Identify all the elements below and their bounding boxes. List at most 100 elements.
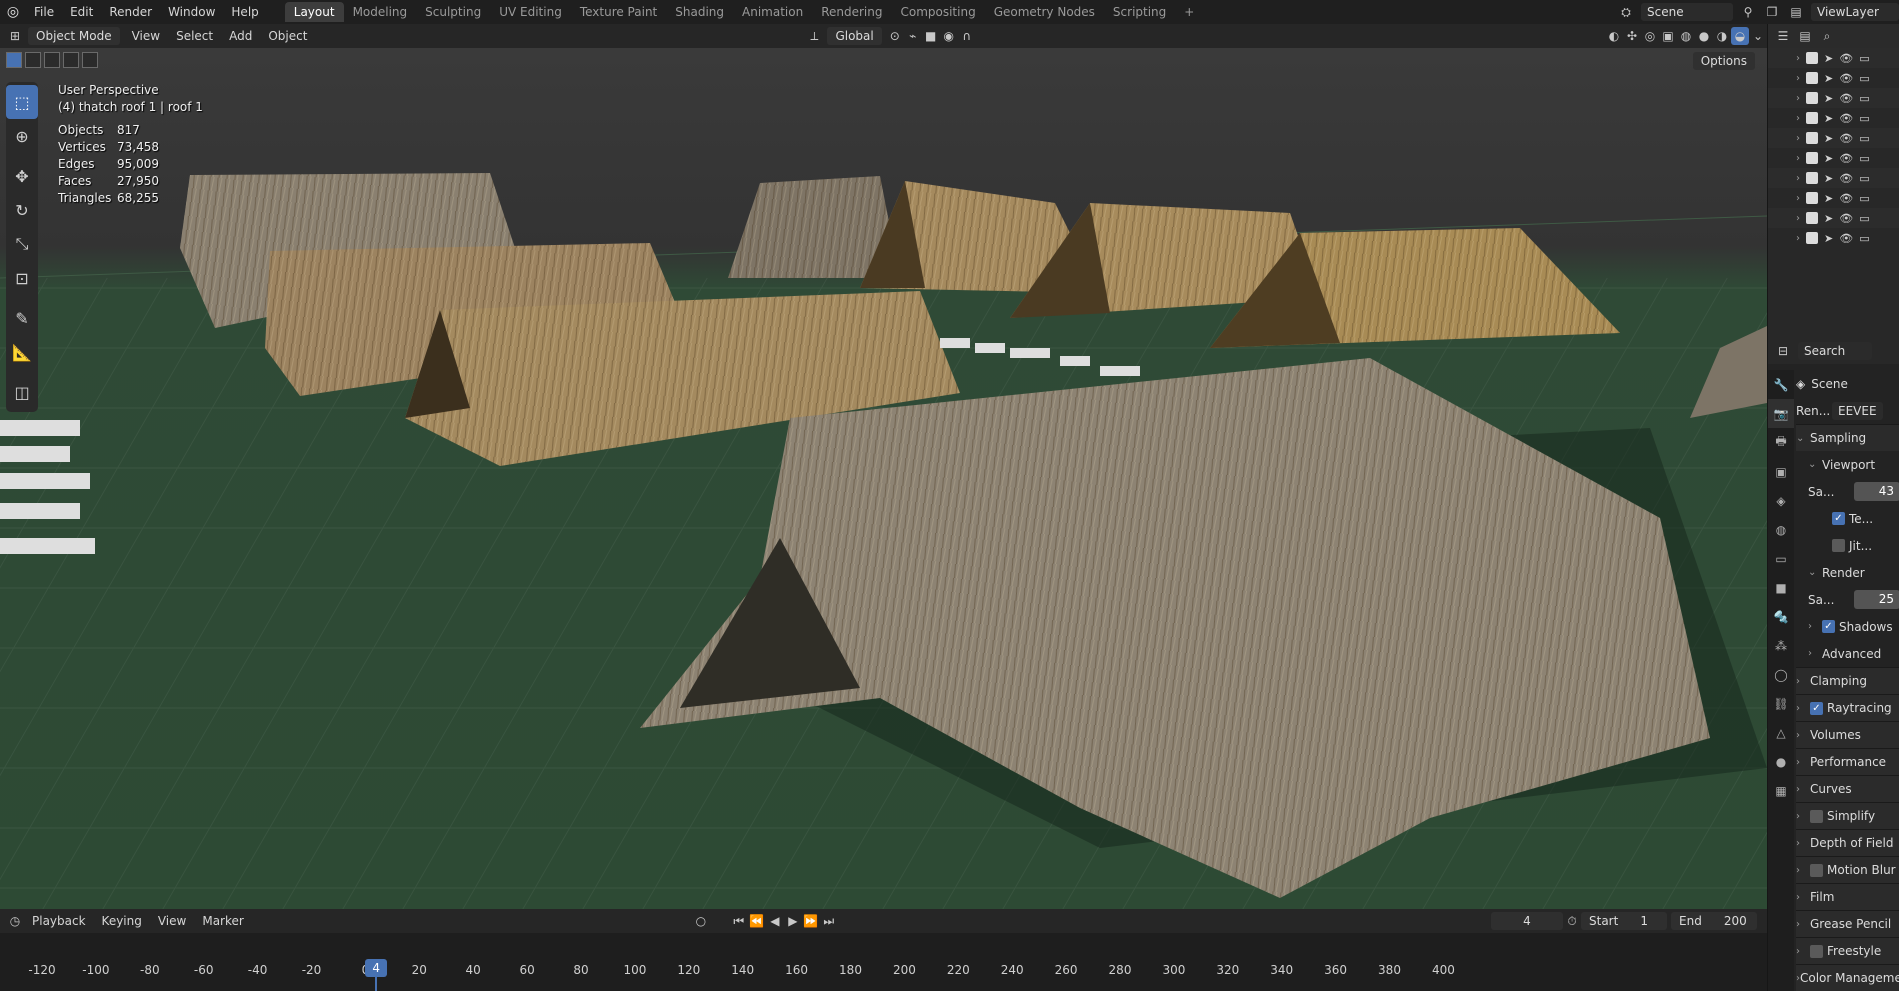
checkbox-checked-icon[interactable]	[1806, 132, 1818, 144]
eye-icon[interactable]: 👁	[1839, 152, 1853, 165]
checkbox-checked-icon[interactable]	[1806, 112, 1818, 124]
tab-sculpting[interactable]: Sculpting	[416, 2, 490, 22]
texture-tab-icon[interactable]: ▦	[1768, 776, 1794, 805]
checkbox-checked-icon[interactable]: ✓	[1810, 701, 1823, 715]
viewport-samples-field[interactable]: 43	[1854, 482, 1899, 501]
display-mode-icon[interactable]: ▤	[1796, 27, 1814, 45]
object-tab-icon[interactable]: ■	[1768, 573, 1794, 602]
selectable-icon[interactable]: ➤	[1824, 52, 1833, 65]
outliner-row[interactable]: › ➤ 👁 ▭	[1768, 168, 1899, 188]
render-tab-icon[interactable]: 📷	[1768, 399, 1794, 428]
play-reverse-icon[interactable]: ◀	[766, 912, 784, 930]
tab-uv-editing[interactable]: UV Editing	[490, 2, 571, 22]
checkbox-checked-icon[interactable]	[1806, 52, 1818, 64]
add-cube-tool[interactable]: ◫	[6, 375, 38, 409]
collection-tab-icon[interactable]: ▭	[1768, 544, 1794, 573]
monitor-icon[interactable]: ▭	[1859, 72, 1869, 85]
outliner-row[interactable]: › ➤ 👁 ▭	[1768, 68, 1899, 88]
material-tab-icon[interactable]: ●	[1768, 747, 1794, 776]
snap-icon[interactable]: ⌁	[904, 27, 922, 45]
object-mode-dropdown[interactable]: Object Mode	[28, 27, 120, 45]
editor-type-icon[interactable]: ⊞	[6, 27, 24, 45]
outliner-row[interactable]: › ➤ 👁 ▭	[1768, 228, 1899, 248]
outliner-row[interactable]: › ➤ 👁 ▭	[1768, 128, 1899, 148]
select-new-icon[interactable]	[6, 52, 22, 68]
cursor-tool[interactable]: ⊕	[6, 119, 38, 153]
selectable-icon[interactable]: ➤	[1824, 152, 1833, 165]
properties-search[interactable]: Search	[1798, 342, 1872, 360]
outliner-row[interactable]: › ➤ 👁 ▭	[1768, 208, 1899, 228]
shading-options-icon[interactable]: ⌄	[1749, 27, 1767, 45]
jump-end-icon[interactable]: ⏭	[820, 912, 838, 930]
panel-viewport[interactable]: ⌄ Viewport	[1796, 451, 1899, 478]
panel-raytracing[interactable]: › ✓ Raytracing	[1796, 694, 1899, 721]
menu-select[interactable]: Select	[168, 24, 221, 48]
select-intersect-icon[interactable]	[82, 52, 98, 68]
options-dropdown[interactable]: Options	[1692, 52, 1755, 70]
pin-icon[interactable]: ⚲	[1739, 3, 1757, 21]
expand-icon[interactable]: ›	[1796, 193, 1800, 204]
tab-texture-paint[interactable]: Texture Paint	[571, 2, 666, 22]
menu-render[interactable]: Render	[101, 0, 160, 24]
selectable-icon[interactable]: ➤	[1824, 192, 1833, 205]
properties-editor-icon[interactable]: ⊟	[1774, 342, 1792, 360]
checkbox-checked-icon[interactable]: ✓	[1822, 620, 1835, 633]
menu-add[interactable]: Add	[221, 24, 260, 48]
select-subtract-icon[interactable]	[44, 52, 60, 68]
checkbox-checked-icon[interactable]	[1806, 152, 1818, 164]
monitor-icon[interactable]: ▭	[1859, 92, 1869, 105]
physics-tab-icon[interactable]: ◯	[1768, 660, 1794, 689]
panel-simplify[interactable]: › Simplify	[1796, 802, 1899, 829]
temporal-reprojection-row[interactable]: ✓ Te...	[1796, 505, 1899, 532]
panel-motion-blur[interactable]: › Motion Blur	[1796, 856, 1899, 883]
output-tab-icon[interactable]: 🖶	[1768, 428, 1794, 457]
panel-grease-pencil[interactable]: › Grease Pencil	[1796, 910, 1899, 937]
outliner-row[interactable]: › ➤ 👁 ▭	[1768, 88, 1899, 108]
checkbox-checked-icon[interactable]	[1806, 172, 1818, 184]
expand-icon[interactable]: ›	[1796, 53, 1800, 64]
annotate-tool[interactable]: ✎	[6, 301, 38, 335]
timeline-ruler[interactable]: -120-100-80-60-40-2002040608010012014016…	[0, 933, 1767, 991]
jump-start-icon[interactable]: ⏮	[730, 912, 748, 930]
panel-freestyle[interactable]: › Freestyle	[1796, 937, 1899, 964]
panel-clamping[interactable]: › Clamping	[1796, 667, 1899, 694]
start-frame-field[interactable]: Start 1	[1581, 912, 1667, 930]
menu-keying[interactable]: Keying	[94, 909, 150, 933]
transform-orientation-dropdown[interactable]: Global	[827, 27, 882, 45]
selectable-icon[interactable]: ➤	[1824, 212, 1833, 225]
measure-tool[interactable]: 📐	[6, 335, 38, 369]
menu-playback[interactable]: Playback	[24, 909, 94, 933]
panel-render-samples[interactable]: ⌄ Render	[1796, 559, 1899, 586]
falloff-icon[interactable]: ∩	[958, 27, 976, 45]
panel-color-management[interactable]: ›Color Management	[1796, 964, 1899, 991]
menu-window[interactable]: Window	[160, 0, 223, 24]
3d-viewport[interactable]: Options ⬚ ⊕ ✥ ↻ ⤡ ⊡ ✎ 📐 ◫ User Perspecti…	[0, 48, 1767, 909]
eye-icon[interactable]: 👁	[1839, 232, 1853, 245]
play-icon[interactable]: ▶	[784, 912, 802, 930]
eye-icon[interactable]: 👁	[1839, 92, 1853, 105]
scene-icon[interactable]: ⛭	[1617, 3, 1635, 21]
gizmo-icon[interactable]: ✣	[1623, 27, 1641, 45]
checkbox-unchecked-icon[interactable]	[1810, 809, 1823, 823]
selectable-icon[interactable]: ➤	[1824, 112, 1833, 125]
monitor-icon[interactable]: ▭	[1859, 172, 1869, 185]
select-extend-icon[interactable]	[25, 52, 41, 68]
view-layer-tab-icon[interactable]: ▣	[1768, 457, 1794, 486]
panel-shadows[interactable]: › ✓ Shadows	[1796, 613, 1899, 640]
menu-edit[interactable]: Edit	[62, 0, 101, 24]
world-tab-icon[interactable]: ◍	[1768, 515, 1794, 544]
tab-compositing[interactable]: Compositing	[891, 2, 984, 22]
checkbox-unchecked-icon[interactable]	[1810, 863, 1823, 877]
select-invert-icon[interactable]	[63, 52, 79, 68]
modifier-tab-icon[interactable]: 🔩	[1768, 602, 1794, 631]
menu-help[interactable]: Help	[223, 0, 266, 24]
monitor-icon[interactable]: ▭	[1859, 112, 1869, 125]
jitter-row[interactable]: Jit...	[1796, 532, 1899, 559]
move-tool[interactable]: ✥	[6, 159, 38, 193]
tab-rendering[interactable]: Rendering	[812, 2, 891, 22]
auto-keying-icon[interactable]: ○	[692, 912, 710, 930]
jump-keyframe-back-icon[interactable]: ⏪	[748, 912, 766, 930]
expand-icon[interactable]: ›	[1796, 213, 1800, 224]
render-engine-dropdown[interactable]: EEVEE	[1832, 401, 1883, 420]
outliner-row[interactable]: › ➤ 👁 ▭	[1768, 188, 1899, 208]
